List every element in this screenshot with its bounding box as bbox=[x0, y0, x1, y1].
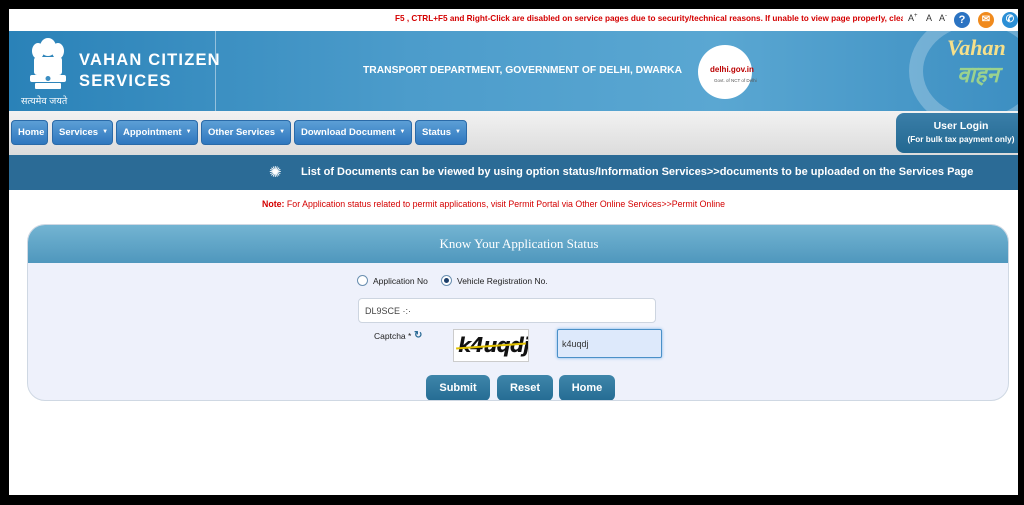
main-nav: Home Services ▼ Appointment ▼ Other Servic… bbox=[9, 111, 1018, 155]
reset-button[interactable]: Reset bbox=[497, 375, 553, 400]
emblem-motto: सत्यमेव जयते bbox=[21, 96, 68, 107]
site-header: सत्यमेव जयते VAHAN CITIZEN SERVICES TRAN… bbox=[9, 31, 1018, 111]
browser-page: F5 , CTRL+F5 and Right-Click are disable… bbox=[9, 9, 1018, 495]
brand-title-line1: VAHAN CITIZEN bbox=[79, 51, 221, 69]
permit-note: Note: For Application status related to … bbox=[262, 199, 725, 209]
chevron-down-icon: ▼ bbox=[455, 129, 461, 135]
radio-application-no[interactable] bbox=[357, 275, 368, 286]
note-label: Note: bbox=[262, 199, 285, 209]
info-message: List of Documents can be viewed by using… bbox=[301, 166, 974, 178]
mail-icon[interactable]: ✉ bbox=[978, 12, 994, 28]
nav-services[interactable]: Services ▼ bbox=[52, 120, 113, 145]
vahan-logo-hindi: वाहन bbox=[957, 62, 999, 87]
chevron-down-icon: ▼ bbox=[102, 129, 109, 135]
refresh-captcha-icon[interactable]: ↻ bbox=[414, 330, 422, 341]
application-status-panel: Know Your Application Status Application… bbox=[27, 224, 1009, 401]
radio-vehicle-registration-label[interactable]: Vehicle Registration No. bbox=[457, 276, 548, 286]
user-login-label: User Login bbox=[933, 120, 989, 132]
registration-number-input[interactable] bbox=[358, 298, 656, 323]
gear-icon: ✺ bbox=[269, 164, 282, 181]
info-strip: ✺ List of Documents can be viewed by usi… bbox=[9, 155, 1018, 190]
captcha-input[interactable] bbox=[557, 329, 662, 358]
vahan-logo: Vahan bbox=[947, 35, 1006, 60]
font-normal-button[interactable]: A bbox=[926, 13, 932, 23]
panel-title: Know Your Application Status bbox=[28, 225, 1008, 263]
chevron-down-icon: ▼ bbox=[399, 129, 406, 135]
security-warning: F5 , CTRL+F5 and Right-Click are disable… bbox=[395, 14, 903, 23]
nav-download-document[interactable]: Download Document ▼ bbox=[294, 120, 412, 145]
font-increase-button[interactable]: A+ bbox=[908, 13, 918, 23]
chevron-down-icon: ▼ bbox=[185, 129, 192, 135]
phone-icon[interactable]: ✆ bbox=[1002, 12, 1018, 28]
nav-appointment[interactable]: Appointment ▼ bbox=[116, 120, 198, 145]
radio-application-no-label[interactable]: Application No bbox=[373, 276, 428, 286]
note-text: For Application status related to permit… bbox=[284, 199, 726, 209]
submit-button[interactable]: Submit bbox=[426, 375, 490, 400]
notice-bar: F5 , CTRL+F5 and Right-Click are disable… bbox=[9, 9, 1018, 31]
help-icon[interactable]: ? bbox=[954, 12, 970, 28]
home-button[interactable]: Home bbox=[559, 375, 615, 400]
captcha-label: Captcha * bbox=[374, 331, 412, 341]
user-login-sublabel: (For bulk tax payment only) bbox=[907, 135, 1015, 144]
nav-status[interactable]: Status ▼ bbox=[415, 120, 467, 145]
header-divider bbox=[215, 31, 216, 111]
delhi-logo-text: delhi.gov.in bbox=[710, 65, 754, 74]
user-login-button[interactable]: User Login (For bulk tax payment only) bbox=[896, 113, 1018, 153]
nav-home[interactable]: Home bbox=[11, 120, 48, 145]
department-title: TRANSPORT DEPARTMENT, GOVERNMENT OF DELH… bbox=[363, 65, 683, 76]
nav-other-services[interactable]: Other Services ▼ bbox=[201, 120, 291, 145]
brand-title-line2: SERVICES bbox=[79, 72, 172, 90]
delhi-gov-logo[interactable]: delhi.gov.in Govt. of NCT of Delhi bbox=[698, 45, 757, 99]
captcha-image: k4uqdj bbox=[453, 329, 529, 362]
radio-vehicle-registration[interactable] bbox=[441, 275, 452, 286]
delhi-logo-subtext: Govt. of NCT of Delhi bbox=[714, 78, 757, 83]
chevron-down-icon: ▼ bbox=[279, 129, 286, 135]
font-decrease-button[interactable]: A- bbox=[939, 13, 947, 23]
